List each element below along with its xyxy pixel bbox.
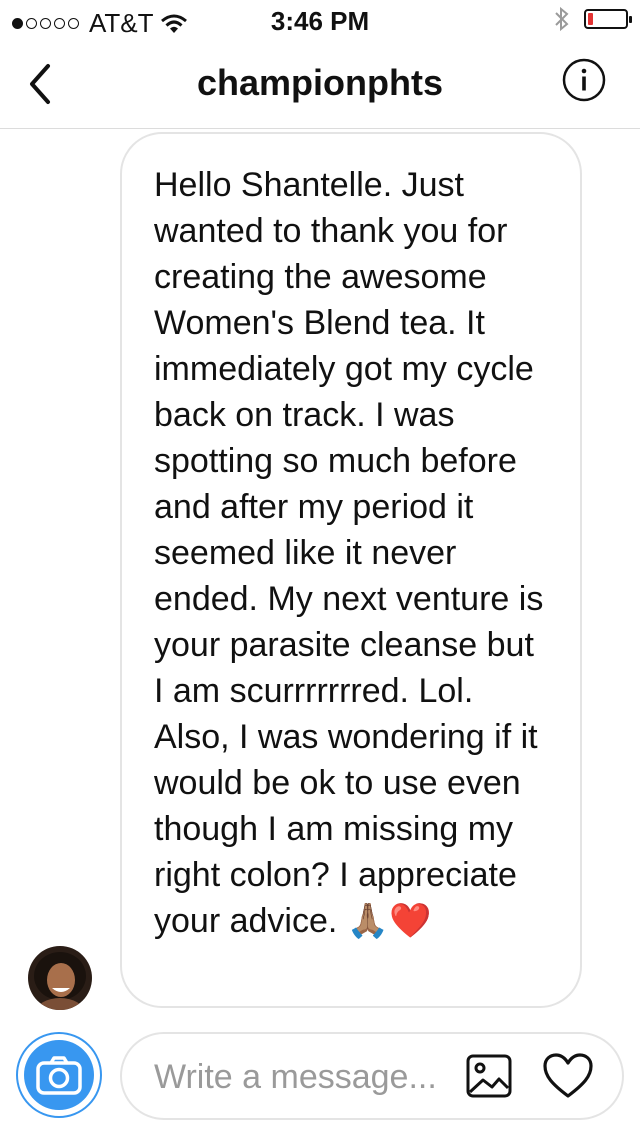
message-composer xyxy=(120,1032,624,1120)
camera-button[interactable] xyxy=(16,1032,102,1118)
chat-header: championphts xyxy=(0,40,640,129)
conversation-title: championphts xyxy=(196,62,443,103)
message-text: Hello Shantelle. Just wanted to thank yo… xyxy=(154,166,544,940)
camera-icon xyxy=(36,1056,82,1095)
info-icon[interactable] xyxy=(562,58,606,102)
status-time: 3:46 PM xyxy=(270,6,370,36)
avatar[interactable] xyxy=(28,946,92,1010)
message-input[interactable] xyxy=(152,1050,456,1104)
bluetooth-icon xyxy=(555,6,569,32)
battery-icon xyxy=(584,9,632,29)
battery-level-fill xyxy=(588,13,594,25)
message-bubble: Hello Shantelle. Just wanted to thank yo… xyxy=(120,132,582,1008)
gallery-icon[interactable] xyxy=(466,1054,512,1098)
status-bar: AT&T 3:46 PM xyxy=(0,0,640,40)
heart-icon[interactable] xyxy=(542,1052,594,1100)
